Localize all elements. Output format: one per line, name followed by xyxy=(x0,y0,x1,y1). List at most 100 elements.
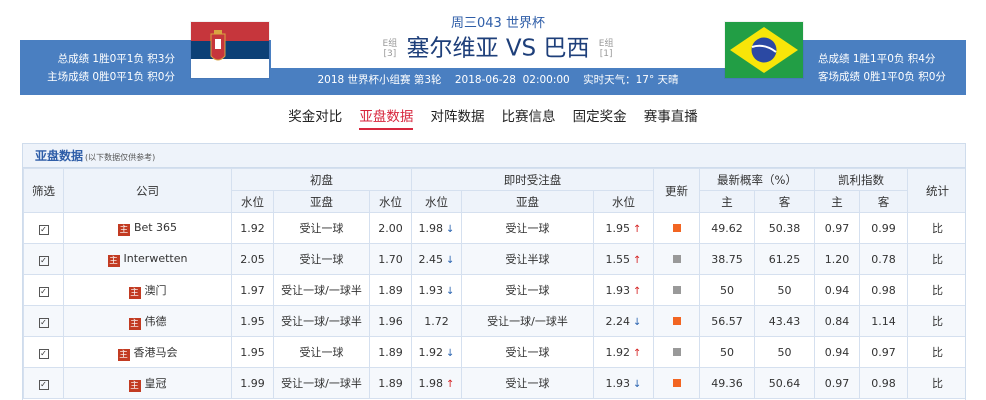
prob-home: 50 xyxy=(699,274,755,306)
header-initial-water-away: 水位 xyxy=(369,190,412,213)
live-water-home-cell: 1.72 xyxy=(411,305,462,337)
update-status-square-icon[interactable] xyxy=(672,347,681,356)
live-water-away: 1.55 xyxy=(605,252,631,266)
kelly-home: 0.94 xyxy=(814,336,860,368)
match-header: 总成绩 1胜0平1负 积3分 主场成绩 0胜0平1负 积0分 总成绩 1胜1平0… xyxy=(0,0,986,95)
live-water-home-cell: 1.98 ↓ xyxy=(411,212,462,244)
tab-head-to-head[interactable]: 对阵数据 xyxy=(430,105,484,128)
stats-link[interactable]: 比 xyxy=(907,212,965,244)
header-stats: 统计 xyxy=(907,168,965,213)
asian-handicap-section: 亚盘数据 (以下数据仅供参考) 筛选 公司 初盘 即时受注盘 更新 最新概率（%）… xyxy=(22,143,966,400)
kelly-away: 1.14 xyxy=(859,305,908,337)
header-kelly-home: 主 xyxy=(814,190,860,213)
update-status-square-icon[interactable] xyxy=(672,378,681,387)
update-cell[interactable] xyxy=(653,274,700,306)
update-cell[interactable] xyxy=(653,305,700,337)
checkbox-checked-icon[interactable]: ✓ xyxy=(38,317,49,328)
select-cell[interactable]: ✓ xyxy=(23,336,64,368)
live-water-away-arrow-down-icon: ↓ xyxy=(633,316,642,328)
company-cell[interactable]: 主 Bet 365 xyxy=(63,212,232,244)
stats-link[interactable]: 比 xyxy=(907,305,965,337)
update-status-square-icon[interactable] xyxy=(672,285,681,294)
header-kelly: 凯利指数 xyxy=(814,168,908,191)
live-handicap: 受让一球/一球半 xyxy=(461,305,594,337)
header-live-water-away: 水位 xyxy=(593,190,654,213)
away-team-name[interactable]: 巴西 xyxy=(543,36,589,62)
checkbox-checked-icon[interactable]: ✓ xyxy=(38,348,49,359)
update-status-square-icon[interactable] xyxy=(672,254,681,263)
update-cell[interactable] xyxy=(653,367,700,399)
prob-home: 56.57 xyxy=(699,305,755,337)
kelly-away: 0.98 xyxy=(859,274,908,306)
home-group-letter: E组 xyxy=(382,38,398,49)
update-cell[interactable] xyxy=(653,243,700,275)
live-water-home-arrow-down-icon: ↓ xyxy=(446,347,455,359)
prob-home: 38.75 xyxy=(699,243,755,275)
live-water-home-arrow-down-icon: ↓ xyxy=(446,254,455,266)
initial-water-home: 1.95 xyxy=(231,336,274,368)
home-team-stats: 总成绩 1胜0平1负 积3分 主场成绩 0胜0平1负 积0分 xyxy=(20,50,175,86)
company-cell[interactable]: 主 Interwetten xyxy=(63,243,232,275)
stats-link[interactable]: 比 xyxy=(907,274,965,306)
update-status-square-icon[interactable] xyxy=(672,316,681,325)
tab-fixed-odds[interactable]: 固定奖金 xyxy=(573,105,627,128)
tab-odds-compare[interactable]: 奖金对比 xyxy=(288,105,342,128)
company-name[interactable]: 澳门 xyxy=(145,284,167,297)
select-cell[interactable]: ✓ xyxy=(23,274,64,306)
live-water-home-cell: 1.93 ↓ xyxy=(411,274,462,306)
away-team-stats: 总成绩 1胜1平0负 积4分 客场成绩 0胜1平0负 积0分 xyxy=(818,50,966,86)
select-cell[interactable]: ✓ xyxy=(23,212,64,244)
company-cell[interactable]: 主澳门 xyxy=(63,274,232,306)
stats-link[interactable]: 比 xyxy=(907,367,965,399)
update-status-square-icon[interactable] xyxy=(672,223,681,232)
checkbox-checked-icon[interactable]: ✓ xyxy=(38,255,49,266)
prob-away: 50.38 xyxy=(754,212,815,244)
tab-asian-handicap[interactable]: 亚盘数据 xyxy=(359,105,414,130)
match-info: 2018 世界杯小组赛 第3轮 2018-06-28 02:00:00 实时天气… xyxy=(317,74,679,86)
select-cell[interactable]: ✓ xyxy=(23,243,64,275)
match-teams: E组 [3] 塞尔维亚 VS 巴西 E组 [1] xyxy=(271,32,725,65)
update-cell[interactable] xyxy=(653,212,700,244)
checkbox-checked-icon[interactable]: ✓ xyxy=(38,379,49,390)
initial-water-away: 1.70 xyxy=(369,243,412,275)
company-name[interactable]: Bet 365 xyxy=(134,221,177,234)
match-number: 周三043 世界杯 xyxy=(451,16,545,31)
company-name[interactable]: Interwetten xyxy=(124,252,188,265)
prob-home: 49.62 xyxy=(699,212,755,244)
company-cell[interactable]: 主伟德 xyxy=(63,305,232,337)
company-cell[interactable]: 主香港马会 xyxy=(63,336,232,368)
initial-handicap: 受让一球/一球半 xyxy=(273,274,370,306)
stats-link[interactable]: 比 xyxy=(907,336,965,368)
live-water-away: 1.92 xyxy=(605,345,631,359)
company-name[interactable]: 伟德 xyxy=(145,315,167,328)
kelly-away: 0.78 xyxy=(859,243,908,275)
checkbox-checked-icon[interactable]: ✓ xyxy=(38,224,49,235)
select-cell[interactable]: ✓ xyxy=(23,305,64,337)
initial-handicap: 受让一球 xyxy=(273,212,370,244)
home-team-name[interactable]: 塞尔维亚 xyxy=(407,36,499,62)
company-name[interactable]: 香港马会 xyxy=(134,346,178,359)
live-water-home-cell: 1.92 ↓ xyxy=(411,336,462,368)
company-name[interactable]: 皇冠 xyxy=(145,377,167,390)
update-cell[interactable] xyxy=(653,336,700,368)
stats-link[interactable]: 比 xyxy=(907,243,965,275)
live-handicap: 受让半球 xyxy=(461,243,594,275)
table-row: ✓ 主澳门 1.97 受让一球/一球半 1.89 1.93 ↓ 受让一球 1.93 ↑ 50 50 0.… xyxy=(23,274,965,306)
kelly-home: 0.97 xyxy=(814,367,860,399)
home-home-record: 主场成绩 0胜0平1负 积0分 xyxy=(47,71,175,83)
tab-live[interactable]: 赛事直播 xyxy=(644,105,698,128)
kelly-home: 0.94 xyxy=(814,274,860,306)
company-cell[interactable]: 主皇冠 xyxy=(63,367,232,399)
tab-match-info[interactable]: 比赛信息 xyxy=(502,105,556,128)
initial-water-away: 1.89 xyxy=(369,336,412,368)
away-group-letter: E组 xyxy=(598,38,614,49)
kelly-away: 0.98 xyxy=(859,367,908,399)
header-initial-handicap: 亚盘 xyxy=(273,190,370,213)
company-badge-icon: 主 xyxy=(128,317,141,330)
header-kelly-away: 客 xyxy=(859,190,908,213)
prob-home: 50 xyxy=(699,336,755,368)
header-initial: 初盘 xyxy=(231,168,412,191)
select-cell[interactable]: ✓ xyxy=(23,367,64,399)
checkbox-checked-icon[interactable]: ✓ xyxy=(38,286,49,297)
initial-handicap: 受让一球 xyxy=(273,243,370,275)
